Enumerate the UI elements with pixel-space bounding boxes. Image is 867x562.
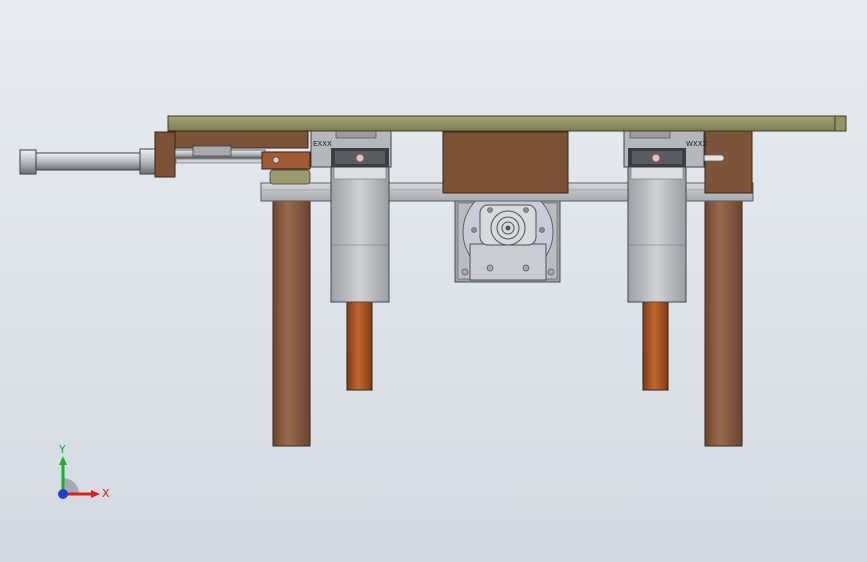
y-axis-label: Y	[59, 443, 66, 456]
support-leg-right[interactable]	[704, 197, 743, 447]
linear-guide-left[interactable]: EXXX	[310, 130, 392, 168]
graphics-viewport[interactable]: EXXX WXXX Y X	[0, 0, 867, 562]
piston-rod-right[interactable]	[642, 299, 669, 391]
linear-guide-right[interactable]: WXXX	[623, 130, 708, 168]
slide-block-left[interactable]	[330, 164, 390, 303]
guide-label-right: WXXX	[686, 140, 708, 148]
x-axis-label: X	[102, 487, 110, 500]
z-axis-dot-icon	[58, 489, 68, 499]
coordinate-triad[interactable]	[48, 448, 118, 510]
cad-model-view[interactable]: EXXX WXXX	[0, 0, 867, 562]
support-leg-left[interactable]	[272, 197, 311, 447]
end-stop-block[interactable]	[701, 129, 753, 194]
guide-label-left: EXXX	[313, 140, 332, 148]
slide-block-right[interactable]	[627, 164, 687, 303]
center-block[interactable]	[442, 131, 569, 194]
piston-rod-left[interactable]	[346, 299, 373, 391]
